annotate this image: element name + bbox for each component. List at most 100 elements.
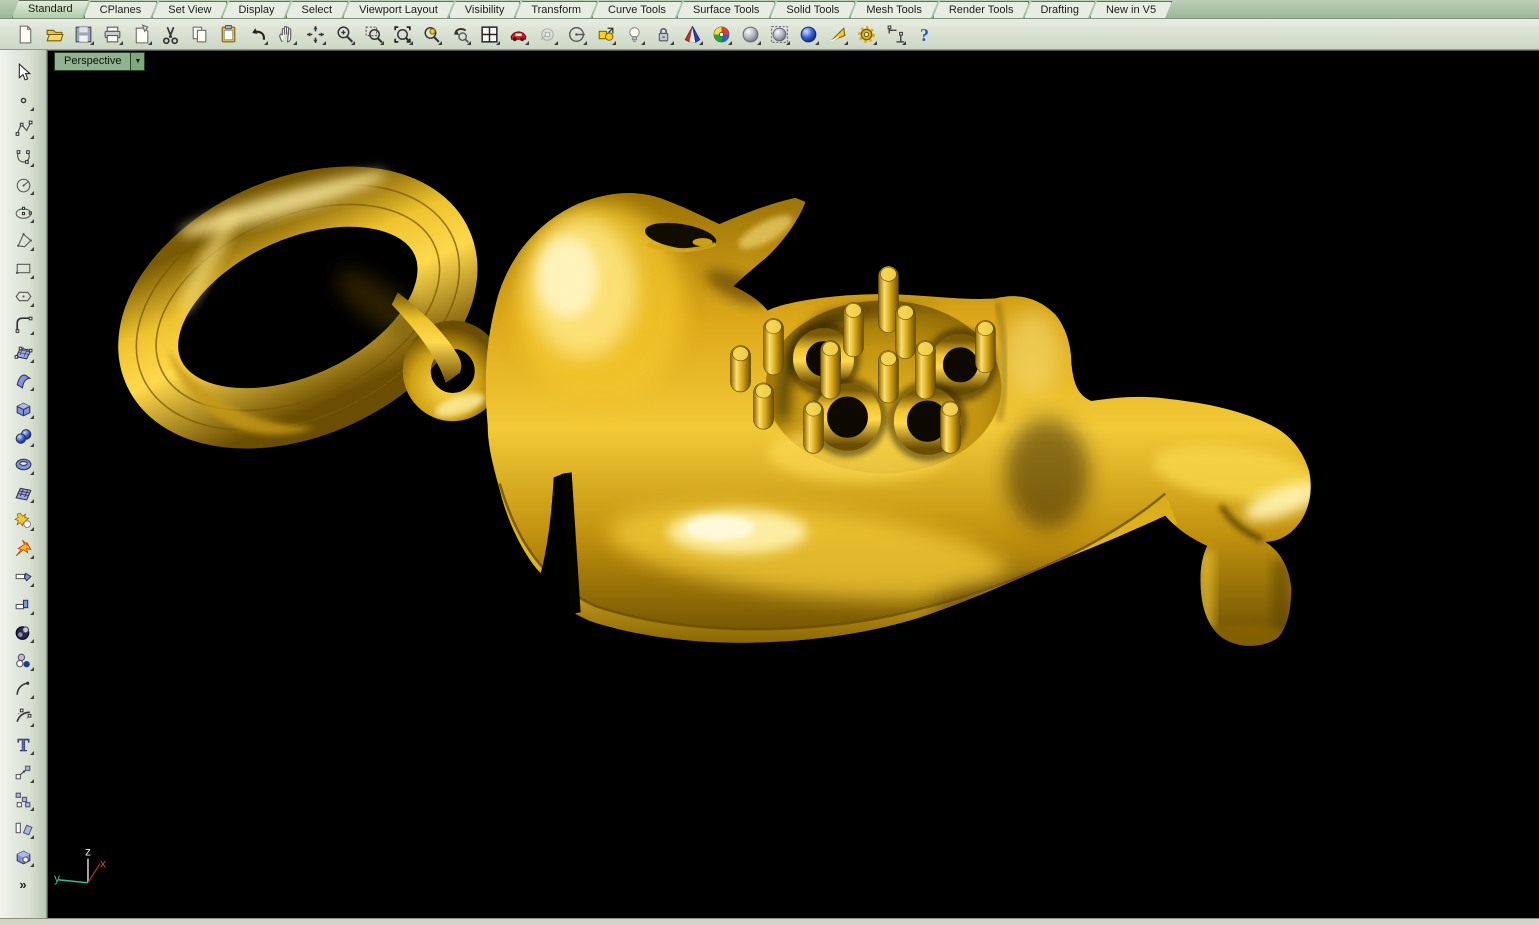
surface-from-points-button[interactable] <box>10 339 36 365</box>
tab-curve-tools[interactable]: Curve Tools <box>592 1 682 18</box>
pan-button[interactable] <box>273 21 299 47</box>
named-cplane-button[interactable] <box>592 21 618 47</box>
xray-viewport-button[interactable] <box>766 21 792 47</box>
object-color-button[interactable] <box>10 647 36 673</box>
rotate-view-button[interactable] <box>302 21 328 47</box>
layer-light-button[interactable] <box>621 21 647 47</box>
open-folder-icon <box>44 24 65 45</box>
polygon-button[interactable] <box>10 283 36 309</box>
explode-button[interactable] <box>10 535 36 561</box>
dimension-button[interactable] <box>882 21 908 47</box>
tab-solid-tools[interactable]: Solid Tools <box>770 1 855 18</box>
new-document-button[interactable] <box>12 21 38 47</box>
render-button[interactable] <box>795 21 821 47</box>
zoom-extents-button[interactable] <box>389 21 415 47</box>
print-button[interactable] <box>99 21 125 47</box>
pointer-arrow-icon <box>13 62 34 83</box>
pendant-bail-loop <box>98 137 498 478</box>
rotate-camera-button[interactable] <box>534 21 560 47</box>
more-tools-button[interactable]: » <box>10 871 36 897</box>
surface-patch-button[interactable] <box>10 367 36 393</box>
solid-edit-button[interactable] <box>10 843 36 869</box>
tab-new-in-v5[interactable]: New in V5 <box>1090 1 1172 18</box>
tab-viewport-layout[interactable]: Viewport Layout <box>343 1 454 18</box>
axis-gizmo: y z x <box>54 845 106 885</box>
paste-button[interactable] <box>215 21 241 47</box>
left-toolbar: T » <box>0 50 47 918</box>
lock-button[interactable] <box>650 21 676 47</box>
new-document-icon <box>15 24 36 45</box>
tab-drafting[interactable]: Drafting <box>1024 1 1095 18</box>
tab-render-tools[interactable]: Render Tools <box>933 1 1030 18</box>
tab-standard[interactable]: Standard <box>12 0 89 18</box>
boolean-difference-button[interactable] <box>10 619 36 645</box>
main-toolbar: ? <box>0 19 1539 50</box>
control-point-curve-button[interactable] <box>10 115 36 141</box>
array-button[interactable] <box>10 787 36 813</box>
help-icon: ? <box>914 24 935 45</box>
orient-button[interactable] <box>10 815 36 841</box>
arc-blend-button[interactable] <box>10 675 36 701</box>
svg-text:?: ? <box>920 24 929 44</box>
boolean-union-button[interactable] <box>10 507 36 533</box>
ellipse-button[interactable] <box>10 199 36 225</box>
axis-y-label: y <box>54 871 60 885</box>
move-button[interactable] <box>10 759 36 785</box>
split-button[interactable] <box>10 591 36 617</box>
save-button[interactable] <box>70 21 96 47</box>
sphere-button[interactable] <box>10 423 36 449</box>
cut-button[interactable] <box>157 21 183 47</box>
zoom-window-button[interactable] <box>360 21 386 47</box>
tab-transform[interactable]: Transform <box>515 1 597 18</box>
document-properties-button[interactable] <box>128 21 154 47</box>
help-button[interactable]: ? <box>911 21 937 47</box>
tab-cplanes[interactable]: CPlanes <box>84 1 158 18</box>
status-bar-edge <box>0 918 1539 925</box>
text-object-button[interactable]: T <box>10 731 36 757</box>
render-preview-button[interactable] <box>824 21 850 47</box>
toolbar-tab-bar: Standard CPlanes Set View Display Select… <box>0 0 1539 19</box>
viewport-layout-button[interactable] <box>476 21 502 47</box>
pendant-3d-model: y z x <box>48 51 1539 918</box>
zoom-in-button[interactable] <box>331 21 357 47</box>
axis-x-line <box>88 864 100 883</box>
axis-x-label: x <box>100 857 106 871</box>
torus-button[interactable] <box>10 451 36 477</box>
rebuild-curve-button[interactable] <box>10 703 36 729</box>
viewport-perspective[interactable]: Perspective ▼ <box>47 50 1539 918</box>
zoom-selected-button[interactable] <box>418 21 444 47</box>
copy-icon <box>189 24 210 45</box>
circle-button[interactable] <box>10 171 36 197</box>
named-views-button[interactable] <box>505 21 531 47</box>
open-file-button[interactable] <box>41 21 67 47</box>
copy-button[interactable] <box>186 21 212 47</box>
undo-button[interactable] <box>244 21 270 47</box>
trimmed-surface-button[interactable] <box>10 479 36 505</box>
cut-scissors-icon <box>160 24 181 45</box>
ghosted-viewport-button[interactable] <box>737 21 763 47</box>
fillet-curve-button[interactable] <box>10 311 36 337</box>
paste-clipboard-icon <box>218 24 239 45</box>
rectangle-button[interactable] <box>10 255 36 281</box>
options-button[interactable] <box>853 21 879 47</box>
svg-text:T: T <box>17 734 29 754</box>
arc-button[interactable] <box>10 227 36 253</box>
trim-button[interactable] <box>10 563 36 589</box>
box-button[interactable] <box>10 395 36 421</box>
interpolate-curve-button[interactable] <box>10 143 36 169</box>
point-button[interactable] <box>10 87 36 113</box>
select-button[interactable] <box>10 59 36 85</box>
undo-view-change-button[interactable] <box>447 21 473 47</box>
tab-visibility[interactable]: Visibility <box>449 1 521 18</box>
shaded-viewport-button[interactable] <box>679 21 705 47</box>
viewport-menu-dropdown[interactable]: ▼ <box>131 52 145 71</box>
tab-display[interactable]: Display <box>222 1 290 18</box>
tab-set-view[interactable]: Set View <box>152 1 227 18</box>
viewport-title[interactable]: Perspective <box>54 52 131 71</box>
rendered-viewport-button[interactable] <box>708 21 734 47</box>
axis-z-label: z <box>85 845 91 859</box>
tab-surface-tools[interactable]: Surface Tools <box>677 1 775 18</box>
set-cplane-button[interactable] <box>563 21 589 47</box>
tab-select[interactable]: Select <box>286 1 349 18</box>
tab-mesh-tools[interactable]: Mesh Tools <box>850 1 937 18</box>
